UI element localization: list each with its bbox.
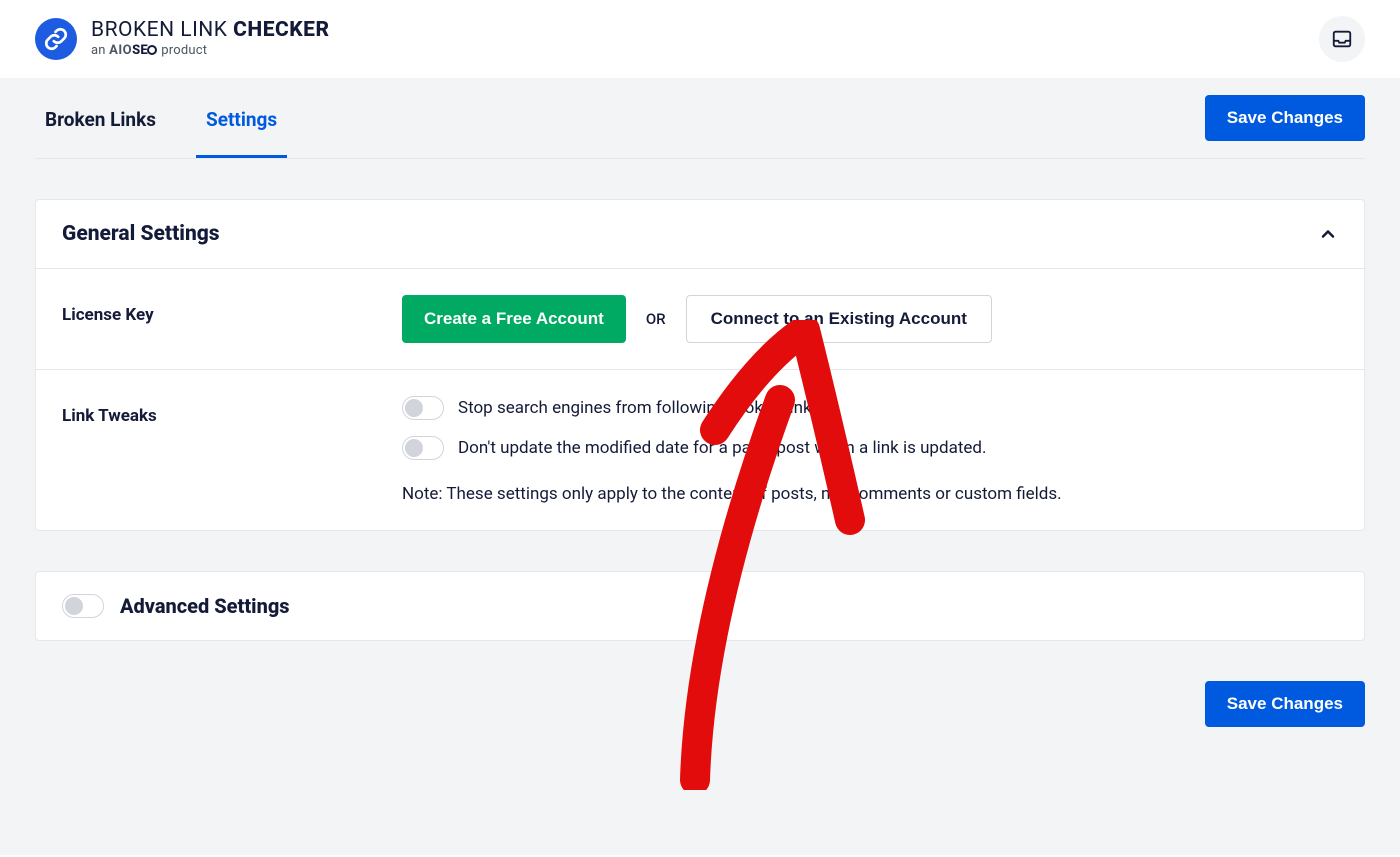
tab-settings[interactable]: Settings — [196, 78, 287, 158]
create-free-account-button[interactable]: Create a Free Account — [402, 295, 626, 343]
logo-area: BROKEN LINK CHECKER an AIOSE product — [35, 18, 330, 60]
general-settings-header[interactable]: General Settings — [36, 200, 1364, 269]
app-title-prefix: BROKEN LINK — [91, 18, 233, 42]
app-logo-icon — [35, 18, 77, 60]
toggle-label-stop-search: Stop search engines from following broke… — [458, 398, 820, 418]
toggle-row-stop-search: Stop search engines from following broke… — [402, 396, 1338, 420]
inbox-icon — [1331, 28, 1353, 50]
license-key-content: Create a Free Account OR Connect to an E… — [402, 295, 1338, 343]
top-header: BROKEN LINK CHECKER an AIOSE product — [0, 0, 1400, 78]
license-key-row: License Key Create a Free Account OR Con… — [36, 269, 1364, 370]
toggle-label-modified-date: Don't update the modified date for a pag… — [458, 438, 986, 458]
tabs: Broken Links Settings — [35, 78, 287, 158]
toggle-dont-update-modified-date[interactable] — [402, 436, 444, 460]
link-tweaks-label: Link Tweaks — [62, 396, 362, 504]
or-divider: OR — [646, 310, 666, 328]
advanced-settings-card: Advanced Settings — [35, 571, 1365, 641]
subtitle-brand-a: AIO — [109, 43, 132, 58]
target-icon — [147, 45, 157, 55]
license-actions: Create a Free Account OR Connect to an E… — [402, 295, 1338, 343]
bottom-actions: Save Changes — [35, 681, 1365, 727]
app-subtitle: an AIOSE product — [91, 44, 330, 58]
subtitle-prefix: an — [91, 43, 109, 58]
subtitle-suffix: product — [158, 43, 207, 58]
toggle-advanced-settings[interactable] — [62, 594, 104, 618]
link-tweaks-content: Stop search engines from following broke… — [402, 396, 1338, 504]
app-title: BROKEN LINK CHECKER — [91, 19, 330, 42]
general-settings-title: General Settings — [62, 222, 220, 246]
license-key-label: License Key — [62, 295, 362, 343]
toggle-row-modified-date: Don't update the modified date for a pag… — [402, 436, 1338, 460]
link-tweaks-row: Link Tweaks Stop search engines from fol… — [36, 370, 1364, 530]
notifications-button[interactable] — [1319, 16, 1365, 62]
general-settings-card: General Settings License Key Create a Fr… — [35, 199, 1365, 531]
toggle-knob — [405, 439, 423, 457]
logo-text: BROKEN LINK CHECKER an AIOSE product — [91, 19, 330, 58]
save-changes-button-bottom[interactable]: Save Changes — [1205, 681, 1365, 727]
toggle-stop-search-engines[interactable] — [402, 396, 444, 420]
connect-existing-account-button[interactable]: Connect to an Existing Account — [686, 295, 992, 343]
tab-broken-links[interactable]: Broken Links — [35, 78, 166, 158]
toggle-knob — [65, 597, 83, 615]
toggle-knob — [405, 399, 423, 417]
subtitle-brand-b: SE — [132, 43, 148, 58]
advanced-settings-title: Advanced Settings — [120, 594, 290, 618]
app-title-bold: CHECKER — [233, 18, 329, 42]
page-body: Broken Links Settings Save Changes Gener… — [0, 78, 1400, 855]
tabs-row: Broken Links Settings Save Changes — [35, 78, 1365, 159]
save-changes-button-top[interactable]: Save Changes — [1205, 95, 1365, 141]
link-tweaks-note: Note: These settings only apply to the c… — [402, 484, 1338, 504]
chevron-up-icon — [1318, 224, 1338, 244]
